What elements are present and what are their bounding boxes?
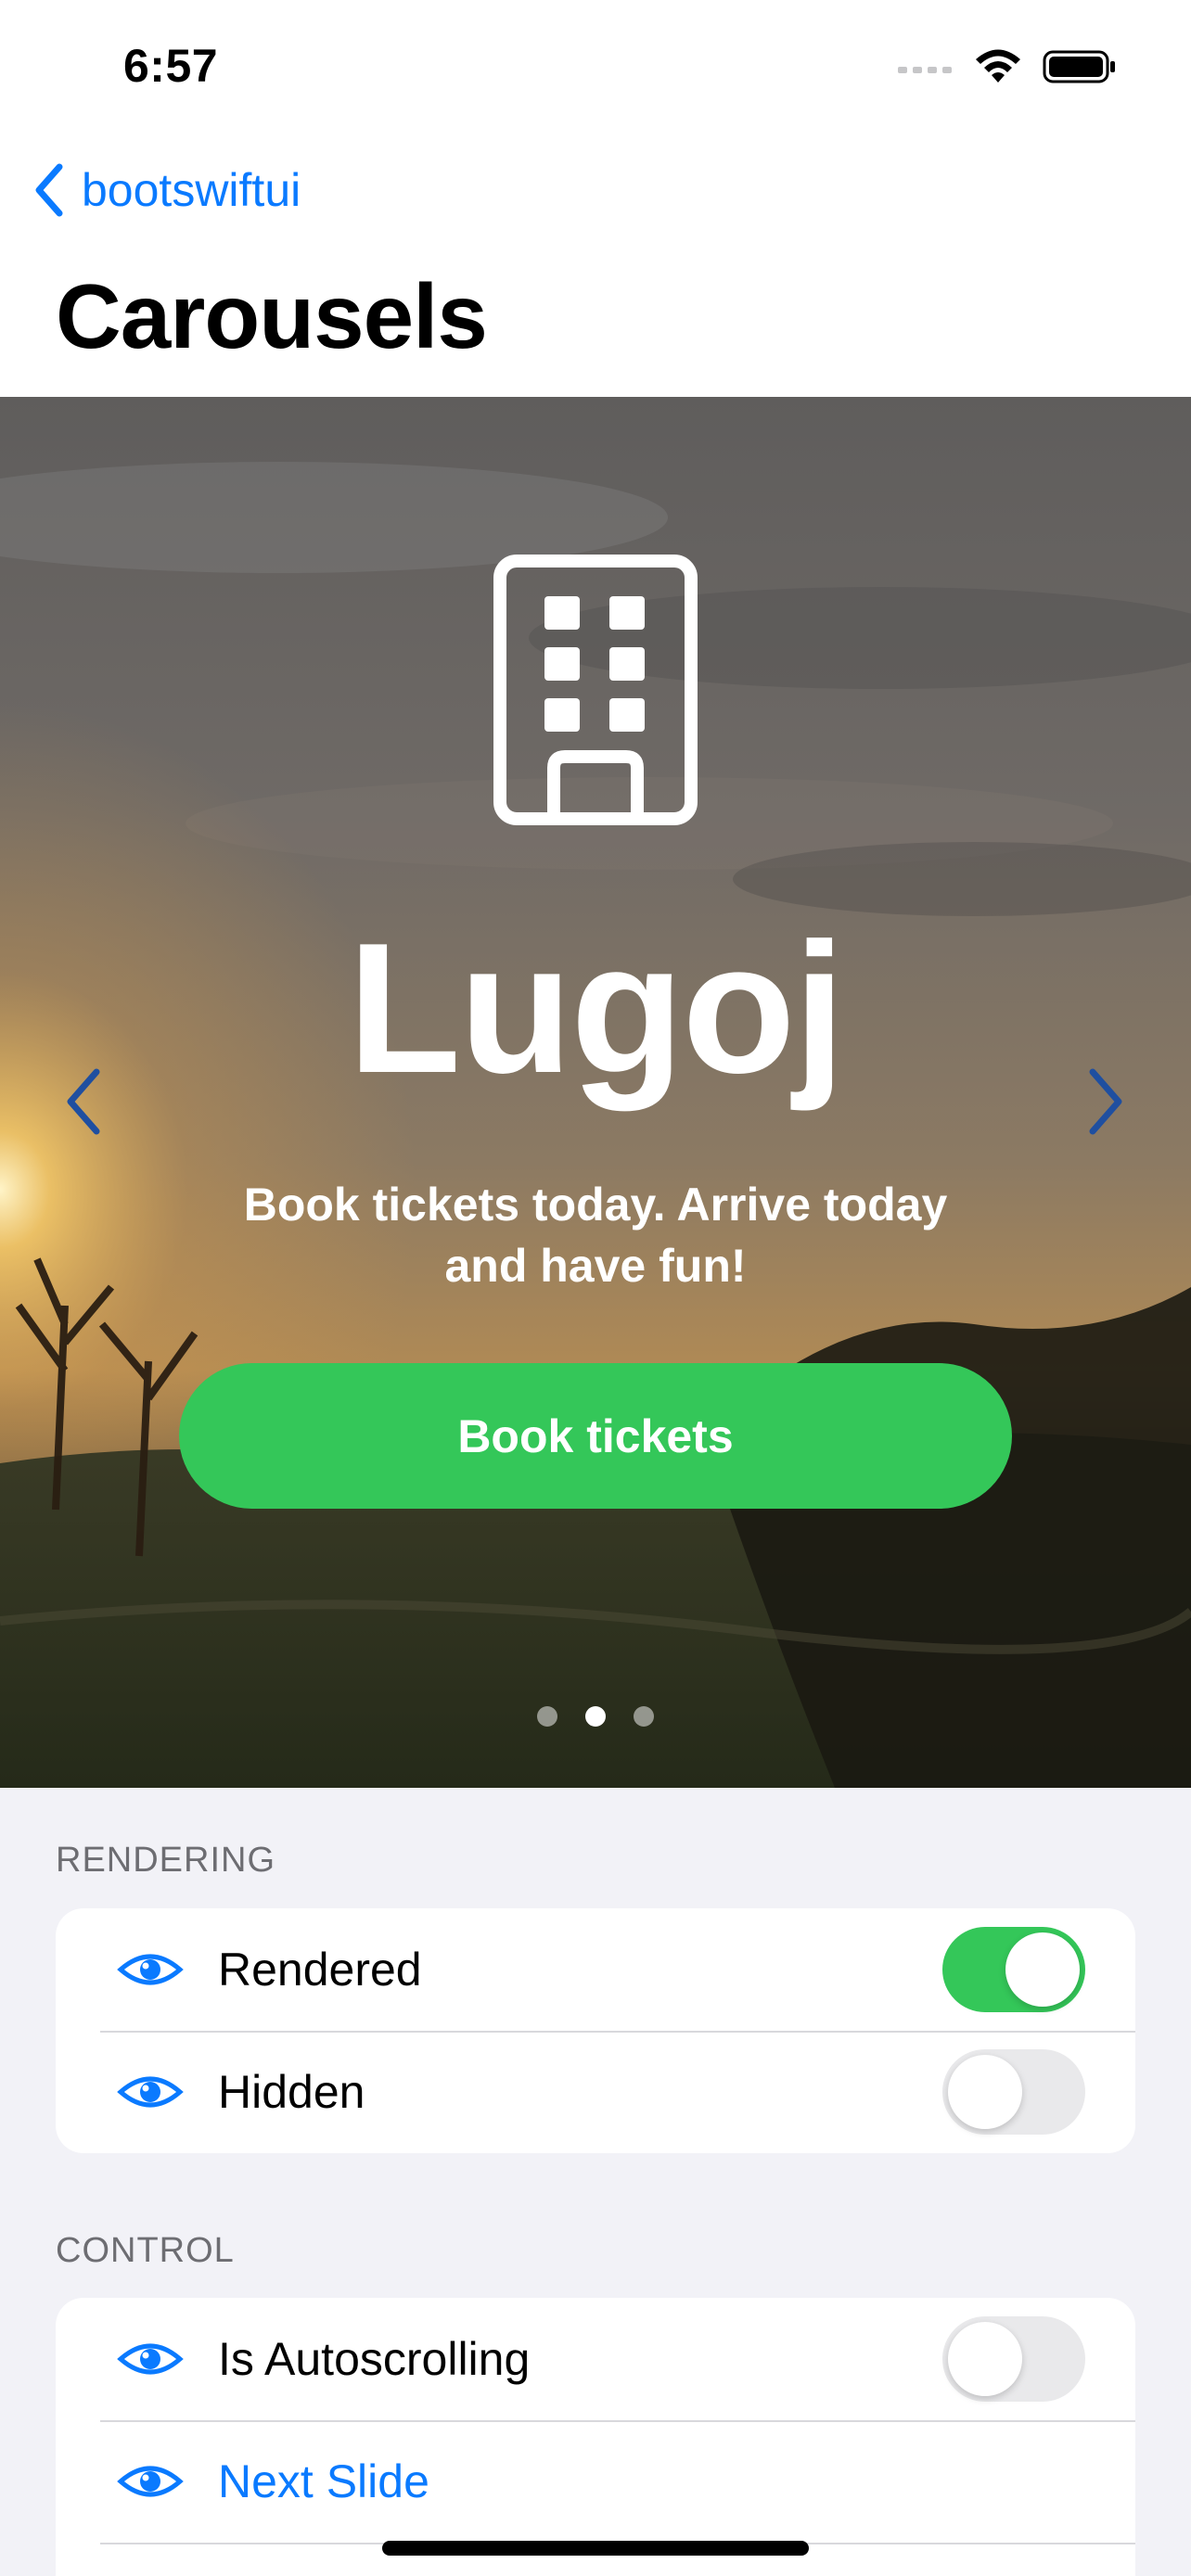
page-title: Carousels xyxy=(56,265,488,367)
row-hidden: Hidden xyxy=(56,2031,1135,2153)
rendered-toggle[interactable] xyxy=(942,1927,1085,2012)
home-indicator xyxy=(382,2541,809,2556)
row-label: Is Autoscrolling xyxy=(218,2333,531,2385)
hidden-toggle[interactable] xyxy=(942,2049,1085,2135)
back-button[interactable]: bootswiftui xyxy=(33,158,301,223)
control-group: Is Autoscrolling Next Slide xyxy=(56,2298,1135,2576)
top-area: 6:57 bootswiftui Carousels xyxy=(0,0,1191,397)
chevron-left-icon xyxy=(35,163,63,217)
toggle-knob xyxy=(1005,1932,1080,2007)
section-header-rendering: RENDERING xyxy=(56,1841,276,1880)
autoscrolling-toggle[interactable] xyxy=(942,2316,1085,2402)
page-dot-active[interactable] xyxy=(585,1706,606,1727)
next-slide-icon[interactable] xyxy=(1078,1055,1133,1148)
page-indicator[interactable] xyxy=(0,1706,1191,1727)
back-label: bootswiftui xyxy=(82,164,301,216)
status-time: 6:57 xyxy=(123,40,219,92)
row-label: Hidden xyxy=(218,2066,365,2118)
eye-icon xyxy=(117,1954,184,1985)
carousel[interactable]: Lugoj Book tickets today. Arrive today a… xyxy=(0,397,1191,1788)
row-label: Rendered xyxy=(218,1944,422,1996)
status-icons xyxy=(898,48,1117,85)
rendering-group: Rendered Hidden xyxy=(56,1908,1135,2153)
battery-icon xyxy=(1043,50,1115,83)
slide-subtitle: Book tickets today. Arrive today and hav… xyxy=(243,1179,948,1292)
wifi-icon xyxy=(976,49,1020,83)
next-slide-button[interactable]: Next Slide xyxy=(218,2455,429,2508)
eye-icon xyxy=(117,2076,184,2108)
building-icon xyxy=(493,555,698,825)
page-dot[interactable] xyxy=(537,1706,557,1727)
section-header-control: CONTROL xyxy=(56,2231,235,2270)
book-tickets-button[interactable]: Book tickets xyxy=(179,1363,1012,1509)
toggle-knob xyxy=(948,2055,1022,2129)
cellular-signal-icon xyxy=(898,67,952,73)
toggle-knob xyxy=(948,2322,1022,2396)
row-is-autoscrolling: Is Autoscrolling xyxy=(56,2298,1135,2420)
page-dot[interactable] xyxy=(634,1706,654,1727)
eye-icon xyxy=(117,2466,184,2497)
row-next-slide[interactable]: Next Slide xyxy=(56,2420,1135,2543)
previous-slide-icon[interactable] xyxy=(56,1055,111,1148)
row-rendered: Rendered xyxy=(56,1908,1135,2031)
eye-icon xyxy=(117,2343,184,2375)
slide-title: Lugoj xyxy=(347,905,845,1112)
